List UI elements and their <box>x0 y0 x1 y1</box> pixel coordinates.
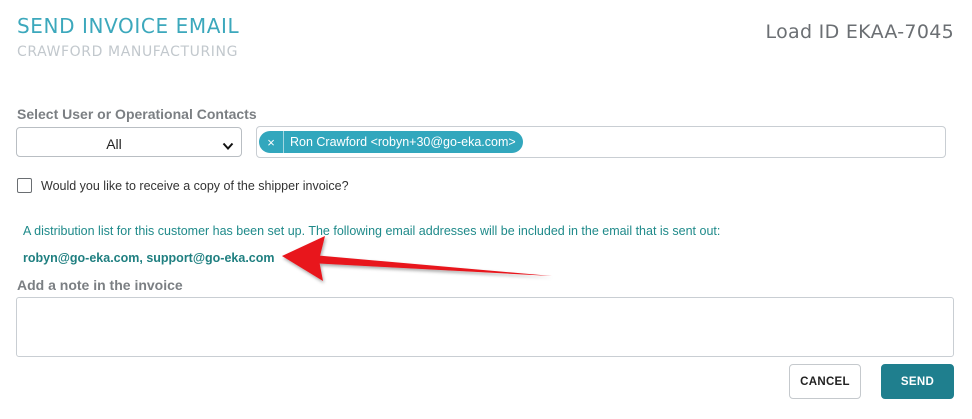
cancel-button[interactable]: CANCEL <box>789 364 861 399</box>
close-icon[interactable]: × <box>259 131 284 153</box>
shipper-copy-checkbox[interactable] <box>17 178 32 193</box>
send-button[interactable]: SEND <box>881 364 954 399</box>
contacts-label: Select User or Operational Contacts <box>17 106 257 122</box>
distribution-list-notice: A distribution list for this customer ha… <box>23 224 721 238</box>
recipient-chip: × Ron Crawford <robyn+30@go-eka.com> <box>259 131 523 153</box>
contact-type-select[interactable]: All <box>16 127 242 157</box>
recipient-input[interactable]: × Ron Crawford <robyn+30@go-eka.com> <box>256 126 946 158</box>
send-invoice-email-dialog: SEND INVOICE EMAIL CRAWFORD MANUFACTURIN… <box>0 0 972 419</box>
shipper-copy-option: Would you like to receive a copy of the … <box>17 178 349 193</box>
shipper-copy-label[interactable]: Would you like to receive a copy of the … <box>41 179 349 193</box>
note-label: Add a note in the invoice <box>17 277 183 293</box>
customer-name: CRAWFORD MANUFACTURING <box>17 44 239 60</box>
invoice-note-textarea[interactable] <box>16 297 954 357</box>
contact-type-select-value: All <box>106 136 122 152</box>
chevron-down-icon <box>222 138 234 156</box>
distribution-list-emails: robyn@go-eka.com, support@go-eka.com <box>23 251 275 265</box>
load-id: Load ID EKAA-7045 <box>765 21 954 43</box>
page-title: SEND INVOICE EMAIL <box>17 14 240 38</box>
recipient-chip-label: Ron Crawford <robyn+30@go-eka.com> <box>290 135 516 149</box>
